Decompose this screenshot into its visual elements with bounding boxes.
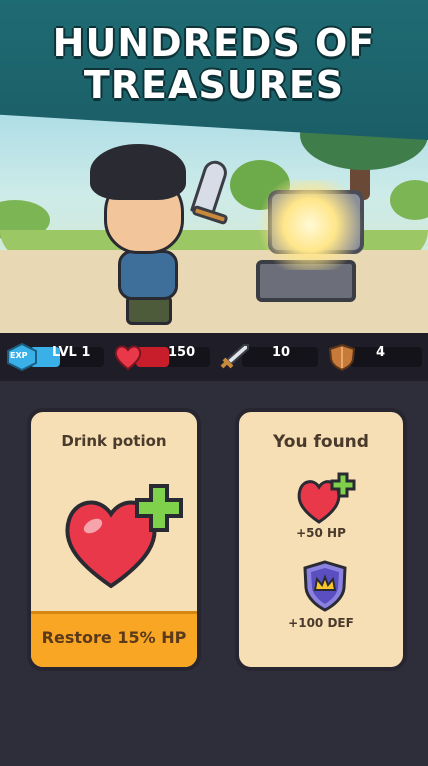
reward-def-label: +100 DEF: [288, 616, 354, 630]
sword-icon: [220, 344, 249, 369]
shield-icon: [328, 343, 356, 371]
heart-plus-icon: [65, 484, 183, 589]
banner-title: HUNDREDS OF TREASURES: [0, 22, 428, 106]
drink-potion-card[interactable]: Drink potion Restore 15% HP: [27, 408, 201, 671]
level-stat: EXP LVL 1: [6, 343, 104, 371]
treasure-glow: [250, 180, 370, 270]
banner-title-line-1: HUNDREDS OF: [52, 21, 376, 65]
health-value: 150: [168, 345, 196, 360]
heart-plus-icon: [297, 472, 356, 524]
banner-title-line-2: TREASURES: [83, 63, 345, 107]
exp-badge-label: EXP: [10, 351, 28, 360]
level-label: LVL 1: [52, 345, 91, 360]
defense-stat: 4: [326, 343, 422, 371]
defense-value: 4: [376, 345, 386, 360]
bush: [390, 180, 428, 220]
reward-hp-label: +50 HP: [296, 526, 346, 540]
crown-shield-icon: [303, 560, 347, 612]
potion-card-title: Drink potion: [61, 432, 167, 450]
restore-hp-label: Restore 15% HP: [41, 628, 187, 647]
stats-bar: EXP LVL 1 150 10 4: [0, 333, 428, 381]
found-card-title: You found: [273, 432, 369, 452]
heart-icon: [114, 345, 142, 371]
attack-stat: 10: [218, 343, 318, 371]
hero-hair: [90, 144, 186, 200]
hero-body: [118, 250, 178, 300]
health-stat: 150: [112, 343, 210, 371]
attack-value: 10: [272, 345, 291, 360]
defense-track: [350, 347, 422, 367]
you-found-card: You found +50 HP +100 DEF: [235, 408, 407, 671]
restore-hp-button[interactable]: Restore 15% HP: [31, 611, 197, 667]
